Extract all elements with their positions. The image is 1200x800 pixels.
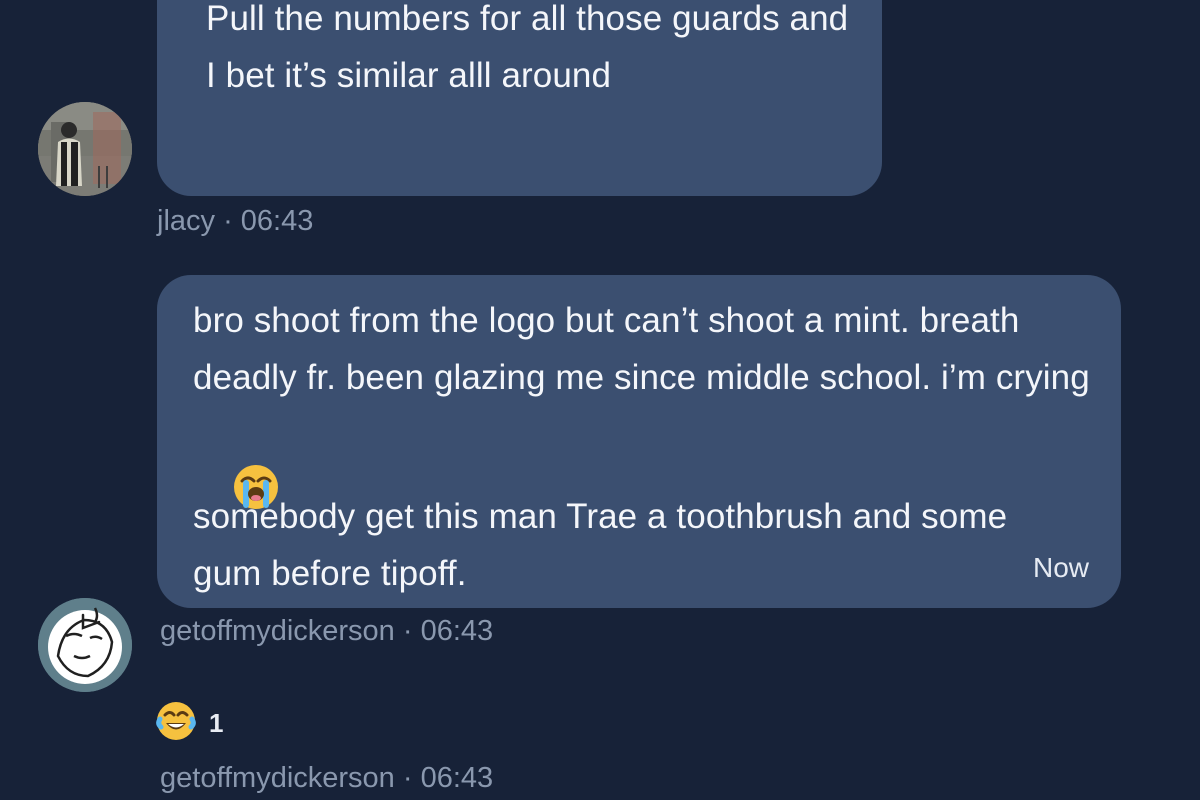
avatar-drawing-icon xyxy=(38,598,132,692)
reaction-count: 1 xyxy=(209,708,224,738)
meta-jlacy: jlacy · 06:43 xyxy=(157,205,314,237)
meta-getoffmydickerson-1: getoffmydickerson · 06:43 xyxy=(160,615,494,647)
avatar-getoffmydickerson[interactable] xyxy=(38,598,132,692)
laughing-crying-emoji-icon xyxy=(155,700,197,747)
avatar-photo-icon xyxy=(38,102,132,196)
timestamp-now: Now xyxy=(1032,552,1089,583)
meta-getoffmydickerson-2: getoffmydickerson · 06:43 xyxy=(160,762,494,794)
reaction[interactable]: 1 xyxy=(155,700,223,747)
avatar-jlacy[interactable] xyxy=(38,102,132,196)
message-text-3: somebody get this man Trae a toothbrush … xyxy=(193,497,1017,593)
message-text-1: Pull the numbers for all those guards an… xyxy=(206,0,859,95)
message-text-2-line: bro shoot from the logo but can’t shoot … xyxy=(193,301,1090,397)
